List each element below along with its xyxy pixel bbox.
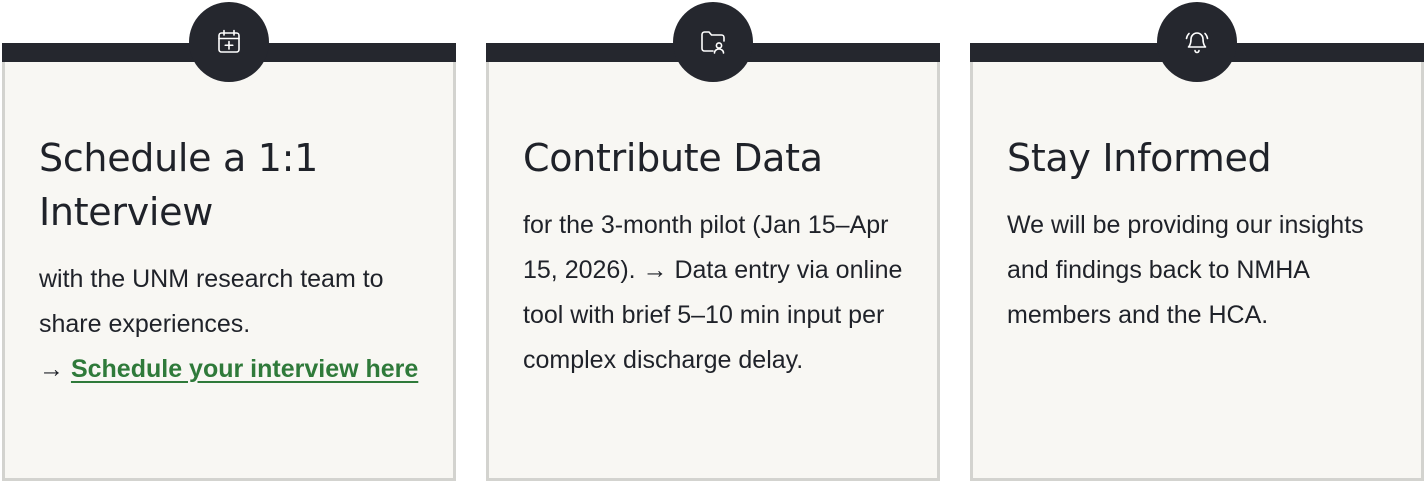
cards-row: Schedule a 1:1 Interview with the UNM re… xyxy=(0,0,1425,481)
card-contribute-data: Contribute Data for the 3-month pilot (J… xyxy=(486,2,940,481)
card-stay-informed: Stay Informed We will be providing our i… xyxy=(970,2,1424,481)
icon-badge xyxy=(1157,2,1237,82)
folder-user-icon xyxy=(701,31,725,54)
card-title: Stay Informed xyxy=(1007,136,1272,180)
card-body: for the 3-month pilot (Jan 15–Apr 15, 20… xyxy=(523,211,903,374)
card-body: We will be providing our insights and fi… xyxy=(1007,211,1364,329)
card-schedule-interview: Schedule a 1:1 Interview with the UNM re… xyxy=(2,2,456,481)
bell-ring-icon xyxy=(1185,32,1209,54)
card-title: Contribute Data xyxy=(523,136,823,180)
card-body-text: with the UNM research team to share expe… xyxy=(39,265,384,338)
icon-badge xyxy=(189,2,269,82)
card-title: Schedule a 1:1 Interview xyxy=(39,136,319,234)
icon-badge xyxy=(673,2,753,82)
calendar-plus-icon xyxy=(218,29,240,53)
schedule-interview-link[interactable]: Schedule your interview here xyxy=(71,355,418,383)
card-body: with the UNM research team to share expe… xyxy=(39,257,439,392)
arrow-glyph: → xyxy=(39,355,64,383)
